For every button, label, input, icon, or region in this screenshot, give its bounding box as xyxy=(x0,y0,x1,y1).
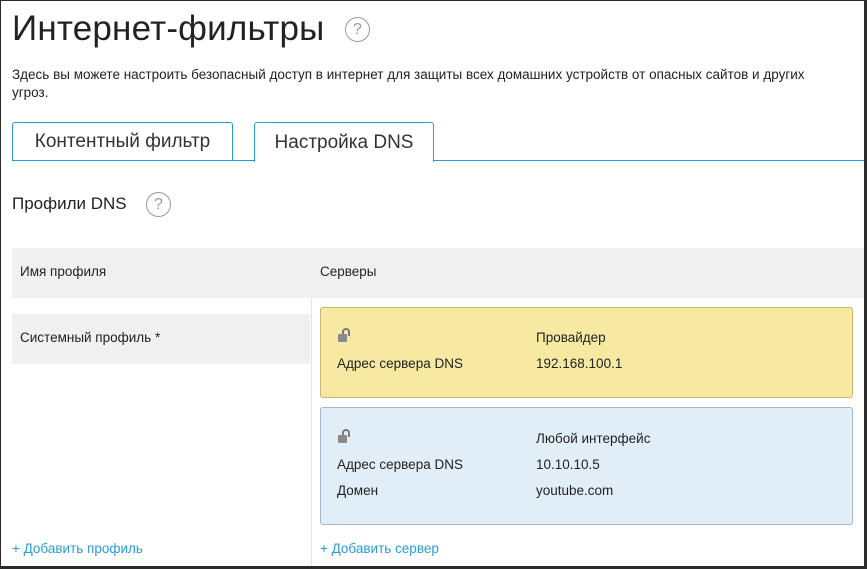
lock-open-icon xyxy=(338,328,351,344)
page-description: Здесь вы можете настроить безопасный дос… xyxy=(12,67,805,100)
help-icon[interactable]: ? xyxy=(345,17,370,42)
column-header-profile-name: Имя профиля xyxy=(20,264,107,279)
dns-address-value: 192.168.100.1 xyxy=(536,356,623,371)
page-title: Интернет-фильтры xyxy=(12,9,325,48)
column-divider xyxy=(311,298,312,566)
lock-open-icon xyxy=(338,429,351,445)
section-title: Профили DNS xyxy=(12,194,127,213)
table-header: Имя профиля Серверы xyxy=(12,248,864,298)
app-window: Интернет-фильтры ? Здесь вы можете настр… xyxy=(0,0,867,569)
dns-address-label: Адрес сервера DNS xyxy=(337,457,463,472)
domain-label: Домен xyxy=(337,483,379,498)
help-icon[interactable]: ? xyxy=(146,192,171,217)
tab-dns-settings[interactable]: Настройка DNS xyxy=(254,122,434,162)
dns-address-label: Адрес сервера DNS xyxy=(337,356,463,371)
add-server-link[interactable]: + Добавить сервер xyxy=(320,541,439,556)
profile-name: Системный профиль * xyxy=(20,330,161,345)
tab-content-filter[interactable]: Контентный фильтр xyxy=(12,122,233,161)
add-profile-link[interactable]: + Добавить профиль xyxy=(12,541,143,556)
domain-value: youtube.com xyxy=(536,483,614,498)
server-card[interactable]: Провайдер Адрес сервера DNS 192.168.100.… xyxy=(320,307,853,398)
server-interface: Любой интерфейс xyxy=(536,431,651,446)
profile-row[interactable]: Системный профиль * xyxy=(12,314,310,364)
server-interface: Провайдер xyxy=(536,330,606,345)
column-header-servers: Серверы xyxy=(320,264,377,279)
dns-address-value: 10.10.10.5 xyxy=(536,457,600,472)
server-card[interactable]: Любой интерфейс Адрес сервера DNS 10.10.… xyxy=(320,407,853,525)
